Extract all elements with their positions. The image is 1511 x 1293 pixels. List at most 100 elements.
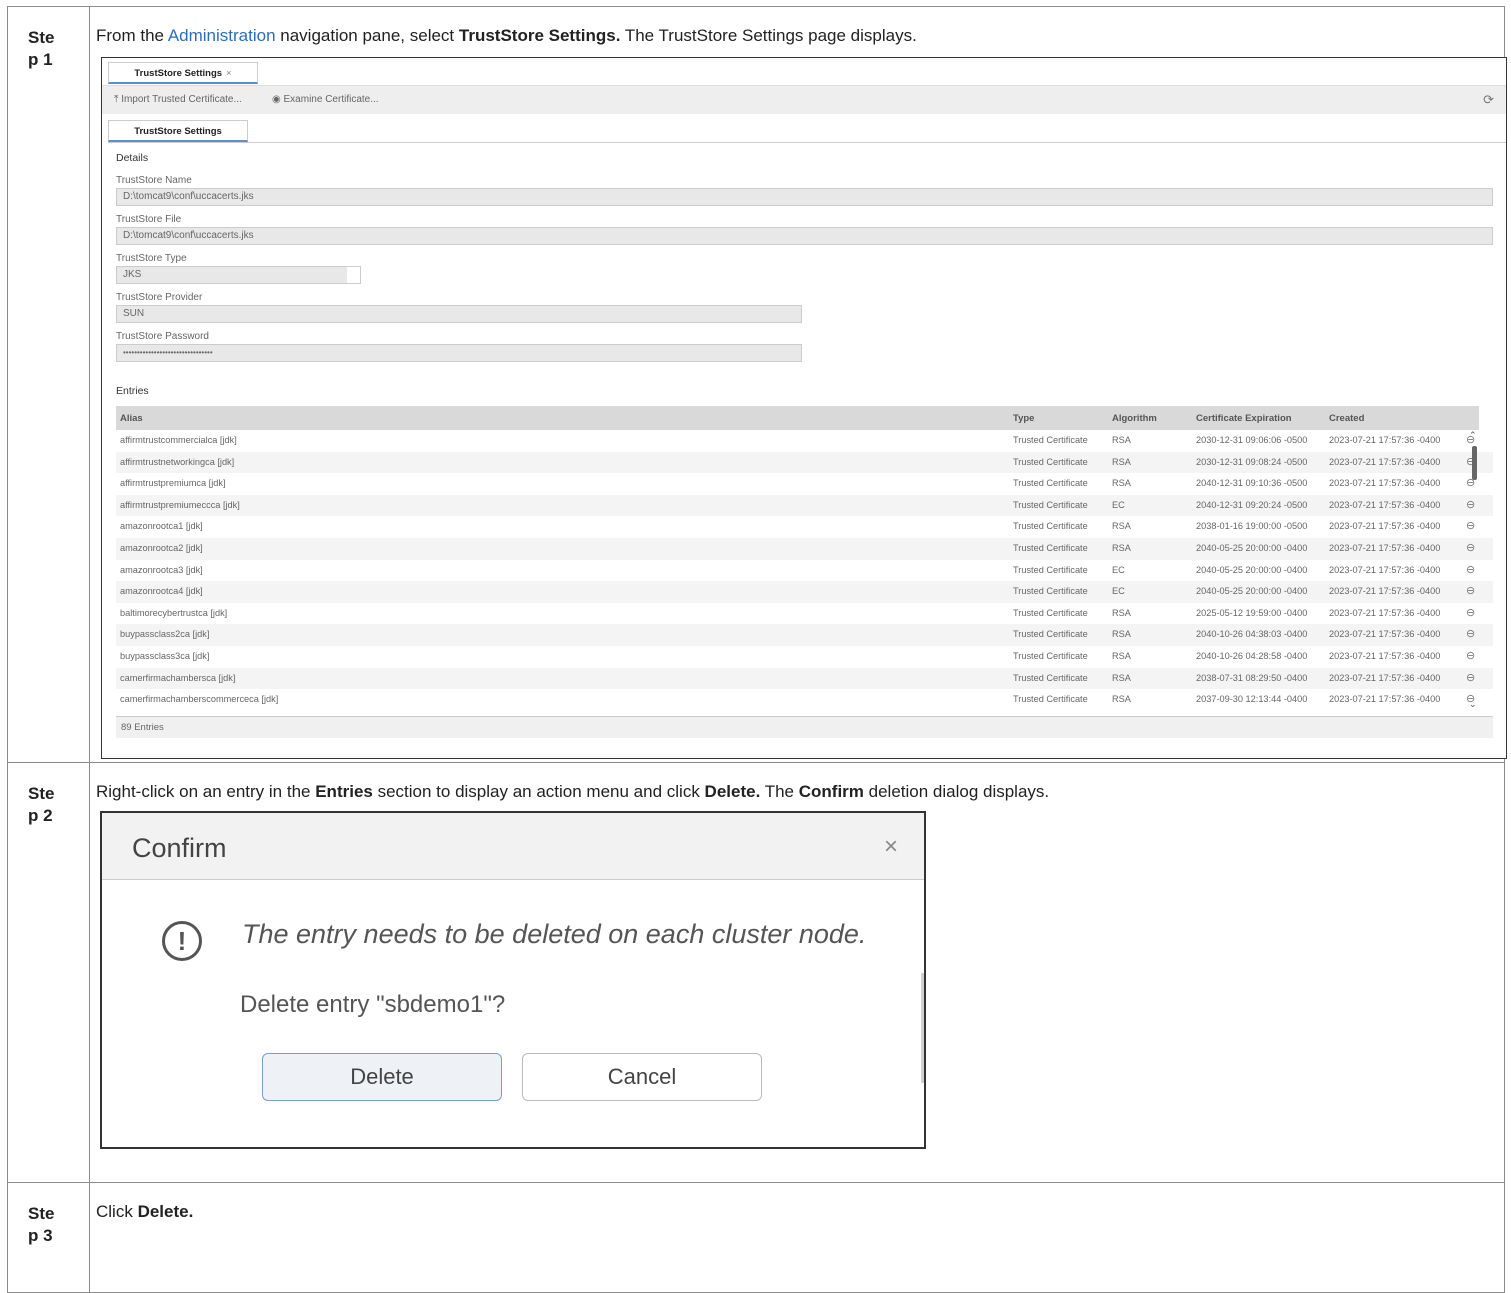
table-row[interactable]: affirmtrustnetworkingca [jdk] Trusted Cer… (116, 451, 1493, 474)
cell-created: 2023-07-21 17:57:36 -0400 (1329, 435, 1441, 445)
truststore-name-field[interactable]: D:\tomcat9\conf\uccacerts.jks (116, 188, 1493, 206)
cell-type: Trusted Certificate (1013, 435, 1088, 445)
table-row[interactable]: camerfirmachambersca [jdk] Trusted Certif… (116, 667, 1493, 690)
column-type[interactable]: Type (1013, 413, 1034, 424)
dialog-scroll-edge (921, 973, 924, 1083)
cell-created: 2023-07-21 17:57:36 -0400 (1329, 629, 1441, 640)
table-row[interactable]: amazonrootca4 [jdk] Trusted Certificate EC… (116, 581, 1493, 603)
table-row[interactable]: baltimorecybertrustca [jdk] Trusted Certi… (116, 603, 1493, 625)
examine-certificate-button[interactable]: ◉ Examine Certificate... (272, 94, 379, 105)
cell-expiration: 2038-07-31 08:29:50 -0400 (1196, 672, 1308, 683)
cell-expiration: 2037-09-30 12:13:44 -0400 (1196, 694, 1308, 705)
dialog-header: Confirm × (102, 813, 924, 880)
cell-created: 2023-07-21 17:57:36 -0400 (1329, 478, 1441, 489)
cell-algorithm: EC (1112, 564, 1125, 575)
truststore-file-field[interactable]: D:\tomcat9\conf\uccacerts.jks (116, 227, 1493, 245)
scroll-down-icon[interactable]: ⌄ (1469, 699, 1477, 710)
table-row[interactable]: buypassclass3ca [jdk] Trusted Certificate… (116, 646, 1493, 668)
truststore-file-label: TrustStore File (116, 214, 182, 225)
cell-type: Trusted Certificate (1013, 478, 1088, 489)
delete-button[interactable]: Delete (262, 1053, 502, 1101)
table-row[interactable]: affirmtrustcommercialca [jdk] Trusted Cer… (116, 430, 1493, 452)
close-icon[interactable]: × (226, 68, 232, 79)
cell-algorithm: RSA (1112, 650, 1131, 661)
cell-expiration: 2030-12-31 09:06:06 -0500 (1196, 435, 1308, 445)
import-certificate-button[interactable]: ⤒ Import Trusted Certificate... (114, 94, 242, 105)
cell-created: 2023-07-21 17:57:36 -0400 (1329, 607, 1441, 618)
cell-alias: buypassclass2ca [jdk] (120, 629, 210, 640)
dialog-question: Delete entry "sbdemo1"? (240, 991, 506, 1018)
entries-count: 89 Entries (116, 716, 1493, 738)
grid-header: Alias Type Algorithm Certificate Expirat… (116, 406, 1493, 430)
grid-scrollbar[interactable]: ⌃ ⌄ (1469, 430, 1479, 710)
cell-alias: baltimorecybertrustca [jdk] (120, 607, 228, 618)
cell-expiration: 2040-10-26 04:38:03 -0400 (1196, 629, 1308, 640)
step-1-instruction: From the Administration navigation pane,… (96, 26, 917, 45)
cell-algorithm: RSA (1112, 456, 1131, 467)
truststore-provider-field[interactable]: SUN (116, 305, 802, 323)
cell-alias: affirmtrustcommercialca [jdk] (120, 435, 237, 445)
steps-table: Step 1 From the Administration navigatio… (7, 6, 1507, 1293)
cell-expiration: 2040-12-31 09:10:36 -0500 (1196, 478, 1308, 489)
toolbar: ⤒ Import Trusted Certificate... ◉ Examin… (102, 86, 1506, 114)
scroll-up-icon[interactable]: ⌃ (1469, 430, 1477, 441)
cell-alias: camerfirmachamberscommerceca [jdk] (120, 694, 279, 705)
cell-algorithm: RSA (1112, 478, 1131, 489)
truststore-settings-screenshot: TrustStore Settings × ⤒ Import Trusted Ce… (101, 57, 1507, 759)
step-label-2: Step 2 (7, 762, 90, 1183)
tab-truststore-settings[interactable]: TrustStore Settings × (108, 62, 258, 84)
cell-expiration: 2038-01-16 19:00:00 -0500 (1196, 521, 1308, 532)
cancel-button[interactable]: Cancel (522, 1053, 762, 1101)
scroll-thumb[interactable] (1472, 446, 1477, 480)
truststore-password-field[interactable]: •••••••••••••••••••••••••••••••• (116, 344, 802, 362)
cell-alias: amazonrootca3 [jdk] (120, 564, 203, 575)
cell-type: Trusted Certificate (1013, 542, 1088, 553)
refresh-icon[interactable]: ⟳ (1483, 92, 1494, 108)
cell-expiration: 2040-05-25 20:00:00 -0400 (1196, 542, 1308, 553)
column-expiration[interactable]: Certificate Expiration (1196, 413, 1292, 424)
cell-created: 2023-07-21 17:57:36 -0400 (1329, 542, 1441, 553)
table-row[interactable]: affirmtrustpremiumeccca [jdk] Trusted Cer… (116, 494, 1493, 517)
cell-created: 2023-07-21 17:57:36 -0400 (1329, 586, 1441, 597)
cell-type: Trusted Certificate (1013, 499, 1088, 510)
cell-type: Trusted Certificate (1013, 650, 1088, 661)
cell-algorithm: RSA (1112, 607, 1131, 618)
cell-algorithm: RSA (1112, 542, 1131, 553)
cell-alias: amazonrootca1 [jdk] (120, 521, 203, 532)
cell-alias: amazonrootca4 [jdk] (120, 586, 203, 597)
table-row[interactable]: amazonrootca3 [jdk] Trusted Certificate EC… (116, 560, 1493, 582)
column-algorithm[interactable]: Algorithm (1112, 413, 1157, 424)
cell-created: 2023-07-21 17:57:36 -0400 (1329, 521, 1441, 532)
column-alias[interactable]: Alias (120, 413, 143, 424)
dialog-title: Confirm (132, 833, 227, 863)
table-row[interactable]: camerfirmachamberscommerceca [jdk] Truste… (116, 689, 1493, 711)
cell-algorithm: RSA (1112, 694, 1131, 705)
tab-bar: TrustStore Settings × (102, 58, 1506, 86)
cell-expiration: 2030-12-31 09:08:24 -0500 (1196, 456, 1308, 467)
cell-type: Trusted Certificate (1013, 607, 1088, 618)
entries-heading: Entries (116, 385, 149, 397)
cell-created: 2023-07-21 17:57:36 -0400 (1329, 650, 1441, 661)
tab-divider (108, 142, 1506, 143)
truststore-type-select[interactable]: JKS (116, 266, 361, 284)
cell-type: Trusted Certificate (1013, 564, 1088, 575)
truststore-password-label: TrustStore Password (116, 331, 209, 342)
table-row[interactable]: affirmtrustpremiumca [jdk] Trusted Certif… (116, 473, 1493, 495)
tab-truststore-settings-inner[interactable]: TrustStore Settings (108, 120, 248, 142)
column-created[interactable]: Created (1329, 413, 1364, 424)
table-row[interactable]: buypassclass2ca [jdk] Trusted Certificate… (116, 624, 1493, 646)
administration-link[interactable]: Administration (168, 26, 276, 45)
cell-expiration: 2025-05-12 19:59:00 -0400 (1196, 607, 1308, 618)
cell-created: 2023-07-21 17:57:36 -0400 (1329, 564, 1441, 575)
cell-algorithm: RSA (1112, 629, 1131, 640)
cell-expiration: 2040-05-25 20:00:00 -0400 (1196, 586, 1308, 597)
upload-icon: ⤒ (114, 94, 119, 105)
close-icon[interactable]: × (884, 833, 898, 861)
cell-type: Trusted Certificate (1013, 672, 1088, 683)
table-row[interactable]: amazonrootca1 [jdk] Trusted Certificate RS… (116, 516, 1493, 538)
truststore-name-label: TrustStore Name (116, 175, 192, 186)
cell-alias: camerfirmachambersca [jdk] (120, 672, 236, 683)
step-label-1: Step 1 (7, 6, 90, 763)
table-row[interactable]: amazonrootca2 [jdk] Trusted Certificate RS… (116, 537, 1493, 560)
cell-created: 2023-07-21 17:57:36 -0400 (1329, 672, 1441, 683)
